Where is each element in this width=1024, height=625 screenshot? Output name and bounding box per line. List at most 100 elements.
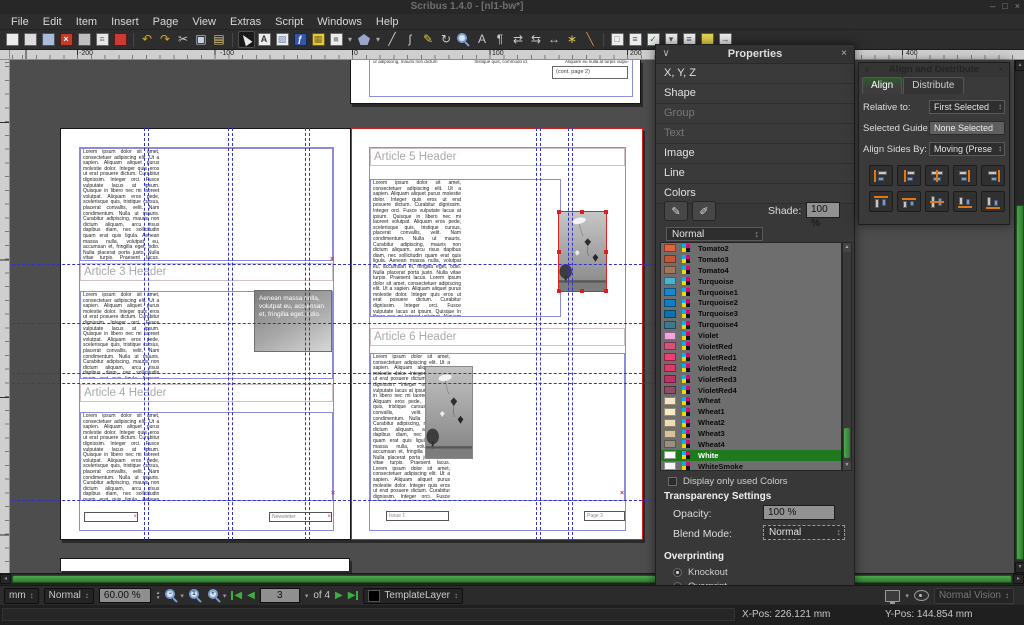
image-frame[interactable] [425, 366, 473, 459]
align-sides-by-select[interactable]: Moving (Prese ↕ [929, 142, 1005, 156]
color-item-tomato3[interactable]: Tomato3 [661, 254, 841, 265]
page-number-input[interactable]: 3 [260, 588, 300, 603]
new-document-button[interactable] [4, 31, 21, 48]
color-item-violetred4[interactable]: VioletRed4 [661, 385, 841, 396]
caret-down-icon[interactable]: ▾ [223, 592, 227, 600]
eye-dropper-button[interactable]: ╲ [582, 31, 599, 48]
previous-page-button[interactable]: ◀ [247, 590, 255, 601]
preview-eye-icon[interactable] [914, 590, 929, 601]
color-item-violetred[interactable]: VioletRed [661, 341, 841, 352]
color-item-wheat[interactable]: Wheat [661, 395, 841, 406]
insert-freehand-button[interactable]: ✎ [420, 31, 437, 48]
article-6-header-frame[interactable]: Article 6 Header [370, 328, 625, 346]
article-4-header-frame[interactable]: Article 4 Header [80, 384, 333, 402]
align-top-sides-button[interactable] [897, 191, 921, 212]
color-item-wheat2[interactable]: Wheat2 [661, 417, 841, 428]
center-on-vertical-axis-button[interactable] [925, 165, 949, 186]
color-item-tomato2[interactable]: Tomato2 [661, 243, 841, 254]
align-bottom-to-top-anchor-button[interactable] [869, 191, 893, 212]
color-item-turquoise3[interactable]: Turquoise3 [661, 308, 841, 319]
scroll-right-icon[interactable]: ▸ [1013, 574, 1024, 584]
text-frame[interactable]: Lorem ipsum dolor sit amet, consectetuer… [370, 179, 561, 317]
relative-to-select[interactable]: First Selected ↕ [929, 100, 1005, 114]
color-item-violetred1[interactable]: VioletRed1 [661, 352, 841, 363]
open-document-button[interactable] [22, 31, 39, 48]
copy-item-properties-button[interactable]: ∗ [564, 31, 581, 48]
zoom-out-button[interactable]: −▾ [165, 589, 184, 603]
redo-button[interactable]: ↷ [157, 31, 174, 48]
layer-select[interactable]: TemplateLayer↕ [363, 588, 463, 604]
align-right-side-to-left-anchor-button[interactable] [869, 165, 893, 186]
properties-section-shape[interactable]: Shape [656, 84, 854, 104]
zoom-100-button[interactable]: 1 [189, 589, 203, 603]
menu-windows[interactable]: Windows [310, 14, 369, 30]
menu-file[interactable]: File [4, 14, 36, 30]
fill-type-select[interactable]: Normal ↕ [666, 227, 763, 241]
scroll-down-icon[interactable]: ▼ [843, 461, 851, 470]
footer-newsletter-frame[interactable]: Newsletter× [269, 512, 332, 522]
next-page-button[interactable]: ▶ [335, 590, 343, 601]
unit-select[interactable]: mm↕ [4, 588, 39, 604]
color-list[interactable]: Tomato2Tomato3Tomato4TurquoiseTurquoise1… [660, 242, 842, 471]
insert-line-button[interactable]: ╱ [384, 31, 401, 48]
article-3-header-frame[interactable]: Article 3 Header [80, 263, 333, 281]
vertical-scrollbar[interactable]: ▴ ▾ [1014, 60, 1024, 573]
insert-image-frame-button[interactable]: ▨ [274, 31, 291, 48]
blend-mode-select[interactable]: Normal ↕ [763, 525, 845, 540]
pull-quote-frame[interactable]: Aenean massa nulla, volutpat eu, accumsa… [254, 290, 332, 352]
caret-down-icon[interactable]: ▾ [905, 592, 909, 600]
color-item-whitesmoke[interactable]: WhiteSmoke [661, 461, 841, 471]
print-document-button[interactable] [76, 31, 93, 48]
undo-button[interactable]: ↶ [139, 31, 156, 48]
color-item-wheat4[interactable]: Wheat4 [661, 439, 841, 450]
text-frame[interactable]: Lorem ipsum dolor sit amet, consectetuer… [80, 148, 333, 261]
footer-page-frame[interactable]: Page 3 [584, 511, 625, 521]
edit-contents-button[interactable]: A [474, 31, 491, 48]
text-frame[interactable]: Lorem ipsum dolor sit amet, consectetuer… [80, 412, 333, 501]
hscroll-thumb[interactable] [12, 575, 1012, 583]
close-icon[interactable]: × [994, 63, 1008, 77]
center-on-horizontal-axis-button[interactable] [925, 191, 949, 212]
last-page-button[interactable]: ▶ [348, 590, 359, 601]
scroll-up-icon[interactable]: ▴ [1015, 60, 1024, 71]
selected-guide-field[interactable]: None Selected [929, 121, 1005, 135]
align-left-side-to-right-anchor-button[interactable] [981, 165, 1005, 186]
paste-button[interactable]: ▤ [211, 31, 228, 48]
tab-distribute[interactable]: Distribute [903, 77, 963, 94]
color-item-violetred2[interactable]: VioletRed2 [661, 363, 841, 374]
minimize-icon[interactable]: – [990, 1, 995, 11]
save-document-button[interactable] [40, 31, 57, 48]
color-item-tomato4[interactable]: Tomato4 [661, 265, 841, 276]
properties-section-x-y-z[interactable]: X, Y, Z [656, 64, 854, 84]
menu-item[interactable]: Item [69, 14, 104, 30]
article-5-header-frame[interactable]: Article 5 Header [370, 148, 625, 166]
color-item-turquoise2[interactable]: Turquoise2 [661, 297, 841, 308]
menu-extras[interactable]: Extras [223, 14, 268, 30]
menu-edit[interactable]: Edit [36, 14, 69, 30]
color-item-wheat1[interactable]: Wheat1 [661, 406, 841, 417]
vision-defect-select[interactable]: Normal Vision↕ [934, 588, 1014, 604]
opacity-input[interactable]: 100 % [763, 505, 835, 520]
zoom-level-input[interactable]: 60.00 % [99, 588, 151, 603]
properties-section-line[interactable]: Line [656, 164, 854, 184]
menu-view[interactable]: View [185, 14, 223, 30]
insert-table-button[interactable]: ▦ [310, 31, 327, 48]
pdf-push-button-button[interactable]: □ [609, 31, 626, 48]
color-list-scrollbar[interactable]: ▲ ▼ [842, 242, 852, 471]
knockout-radio[interactable] [673, 568, 682, 577]
color-item-violetred3[interactable]: VioletRed3 [661, 374, 841, 385]
color-item-white[interactable]: White [661, 450, 841, 461]
text-frame[interactable]: Lorem ipsum dolor sit amet, consectetuer… [370, 353, 625, 501]
menu-insert[interactable]: Insert [104, 14, 146, 30]
edit-line-color-button[interactable]: ✎ [664, 201, 688, 221]
polygon-menu-caret-button[interactable]: ▾ [374, 31, 383, 48]
color-item-wheat3[interactable]: Wheat3 [661, 428, 841, 439]
preflight-verifier-button[interactable]: ≡ [94, 31, 111, 48]
measurements-button[interactable]: ↔ [546, 31, 563, 48]
horizontal-scrollbar[interactable]: ◂ ▸ [0, 573, 1024, 583]
close-document-button[interactable]: × [58, 31, 75, 48]
zoom-tool-button[interactable] [456, 31, 473, 48]
scroll-up-icon[interactable]: ▲ [843, 243, 851, 252]
quality-select[interactable]: Normal↕ [44, 588, 94, 604]
shade-input[interactable]: 100 % [806, 202, 840, 218]
